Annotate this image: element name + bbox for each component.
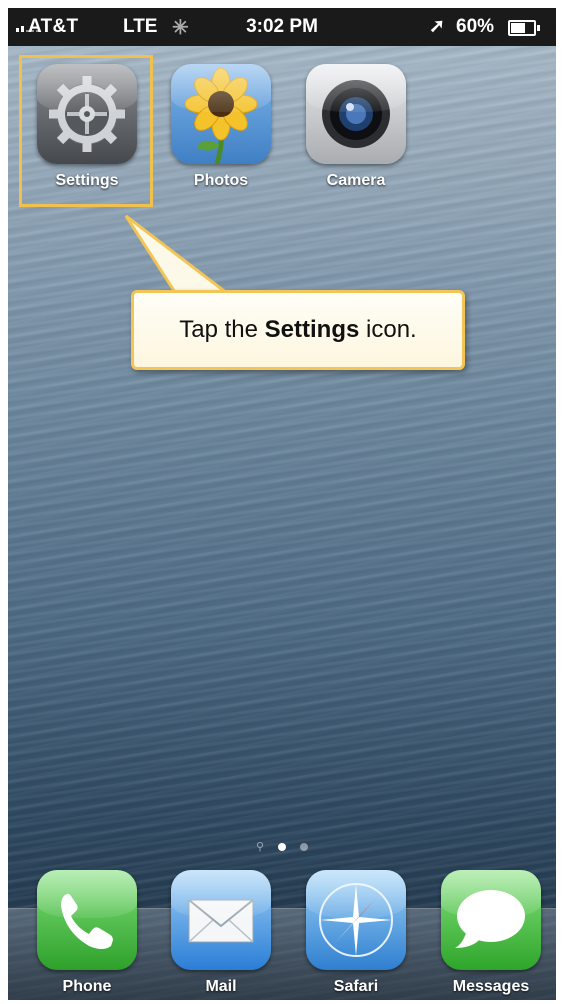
- callout-text-prefix: Tap the: [179, 316, 265, 343]
- dock-app-phone[interactable]: Phone: [34, 870, 140, 996]
- dock-app-messages[interactable]: Messages: [438, 870, 544, 996]
- phone-icon: [37, 870, 137, 970]
- page-indicator[interactable]: ⚲: [8, 840, 556, 853]
- dock-label-mail: Mail: [205, 978, 237, 995]
- dock-label-phone: Phone: [62, 978, 112, 995]
- home-screen: AT&T LTE ✳ 3:02 PM ➚ 60% Settings Photos…: [8, 8, 556, 1000]
- dock-label-safari: Safari: [333, 978, 379, 995]
- callout-text-suffix: icon.: [359, 316, 417, 343]
- dock-app-mail[interactable]: Mail: [168, 870, 274, 996]
- compass-icon: [306, 870, 406, 970]
- search-icon: ⚲: [255, 841, 265, 853]
- page-dot-2: [300, 842, 309, 851]
- dock-app-safari[interactable]: Safari: [303, 870, 409, 996]
- callout-text-bold: Settings: [264, 316, 360, 343]
- mail-icon: [171, 870, 271, 970]
- instruction-callout: Tap the Settings icon.: [131, 290, 465, 370]
- page-dot-1: [278, 842, 287, 851]
- speech-bubble-icon: [441, 870, 541, 970]
- dock-label-messages: Messages: [452, 978, 530, 995]
